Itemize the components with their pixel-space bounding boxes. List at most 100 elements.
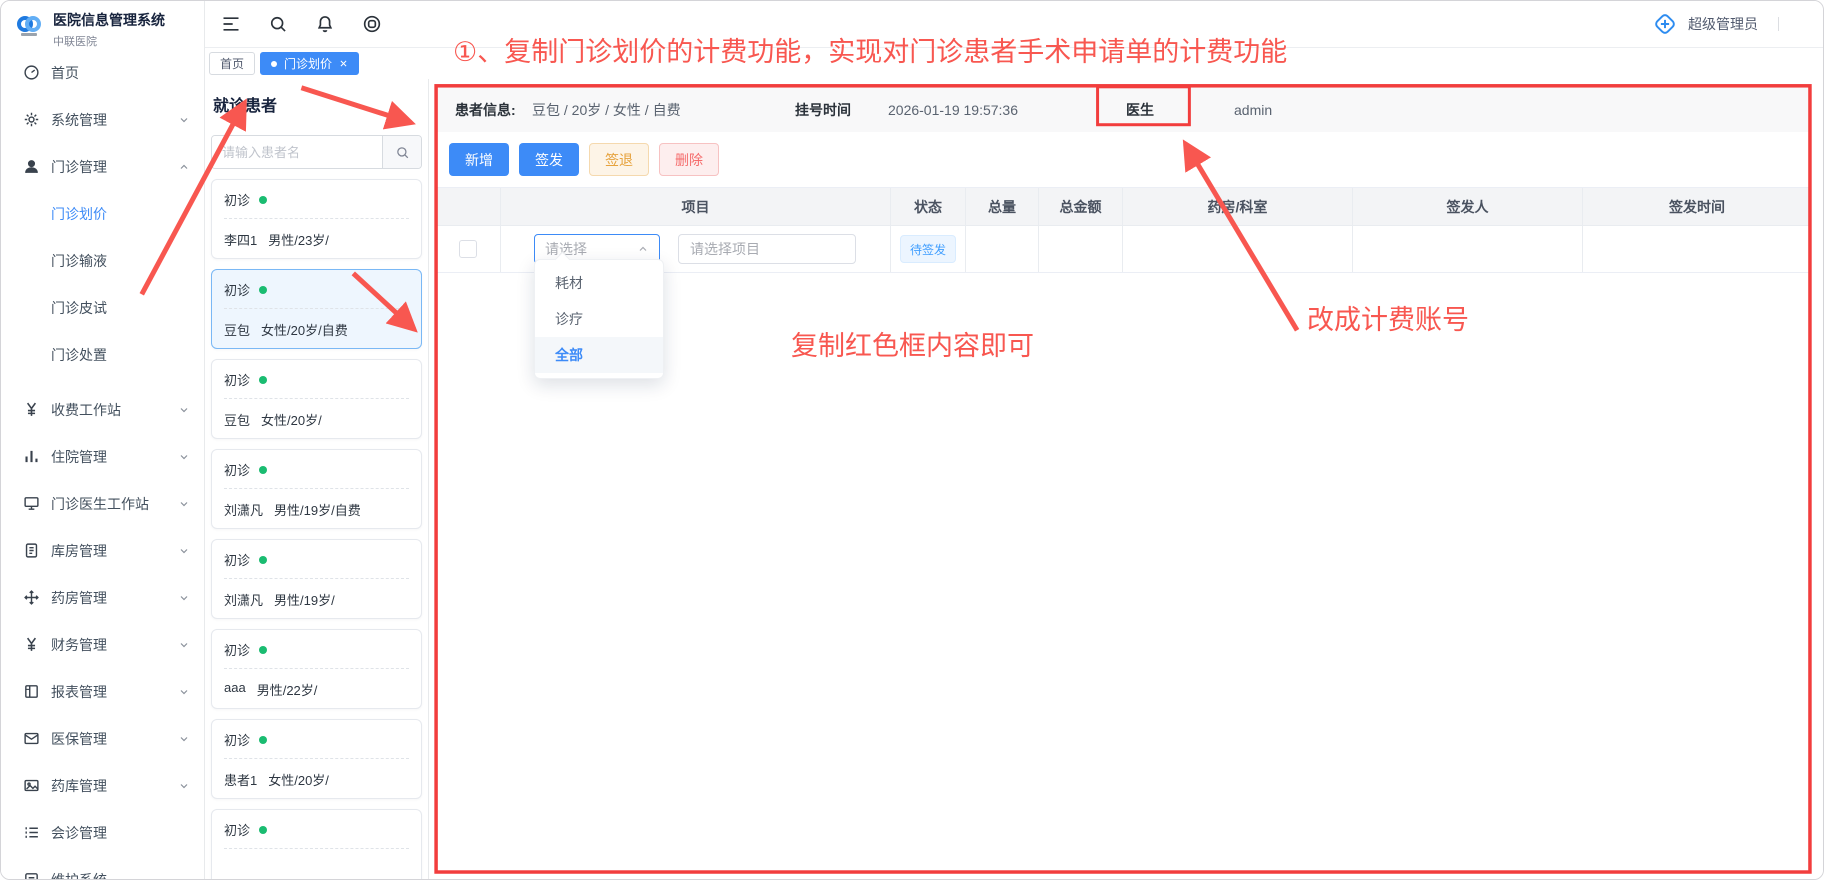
sidebar-item-insurance-mgmt[interactable]: 医保管理	[1, 715, 204, 762]
topbar: 超级管理员	[205, 1, 1823, 48]
envelope-icon	[23, 730, 40, 747]
app-title: 医院信息管理系统	[53, 12, 165, 30]
outpatient-submenu: 门诊划价 门诊输液 门诊皮试 门诊处置	[1, 190, 204, 378]
sidebar-nav: 首页 系统管理 门诊管理 门诊划价 门诊输液 门诊皮试 门诊处置 收费工作站	[1, 49, 204, 880]
patient-info-label: 患者信息:	[455, 100, 516, 120]
sidebar-item-warehouse-mgmt[interactable]: 库房管理	[1, 527, 204, 574]
chevron-down-icon	[178, 114, 190, 126]
column-item: 项目	[501, 188, 891, 225]
patient-search	[211, 135, 422, 169]
dropdown-option-treatment[interactable]: 诊疗	[535, 301, 663, 337]
row-checkbox[interactable]	[459, 240, 477, 258]
sidebar-item-outpatient-doctor-station[interactable]: 门诊医生工作站	[1, 480, 204, 527]
patient-card[interactable]: 初诊 豆包女性/20岁/	[211, 359, 422, 439]
patient-card[interactable]: 初诊 患者1女性/20岁/	[211, 719, 422, 799]
patient-card[interactable]: 初诊 aaa男性/22岁/	[211, 629, 422, 709]
patient-info: 男性/19岁/自费	[274, 500, 361, 519]
cell-issuer	[1353, 226, 1583, 272]
search-icon[interactable]	[268, 14, 288, 34]
sidebar-item-outpatient-skin-test[interactable]: 门诊皮试	[1, 284, 204, 331]
status-badge: 待签发	[900, 235, 956, 263]
logo-infinity-icon	[15, 12, 43, 40]
sidebar-item-home[interactable]: 首页	[1, 49, 204, 96]
patient-name: 李四1	[224, 230, 257, 249]
patient-search-input[interactable]	[212, 136, 382, 168]
theme-settings-icon[interactable]	[362, 14, 382, 34]
dropdown-option-consumables[interactable]: 耗材	[535, 265, 663, 301]
cell-issue-time	[1583, 226, 1811, 272]
sidebar: 医院信息管理系统 中联医院 首页 系统管理 门诊管理 门诊划价 门诊输液	[1, 1, 205, 879]
patient-name: 豆包	[224, 320, 250, 339]
bell-icon[interactable]	[315, 14, 335, 34]
collapse-sidebar-icon[interactable]	[221, 14, 241, 34]
sidebar-item-outpatient-infusion[interactable]: 门诊输液	[1, 237, 204, 284]
issue-button[interactable]: 签发	[519, 143, 579, 176]
yen-icon	[23, 636, 40, 653]
sidebar-item-charging-station[interactable]: 收费工作站	[1, 386, 204, 433]
sidebar-item-system-mgmt[interactable]: 系统管理	[1, 96, 204, 143]
app-logo: 医院信息管理系统 中联医院	[1, 1, 204, 49]
doctor-value: admin	[1234, 102, 1272, 118]
dropdown-option-all[interactable]: 全部	[535, 337, 663, 373]
patient-name: 刘潇凡	[224, 500, 263, 519]
column-total: 总量	[966, 188, 1039, 225]
sidebar-item-outpatient-mgmt[interactable]: 门诊管理	[1, 143, 204, 190]
status-dot-icon	[259, 286, 267, 294]
status-dot-icon	[259, 376, 267, 384]
patient-card[interactable]: 初诊 李四1男性/23岁/	[211, 179, 422, 259]
user-role-label[interactable]: 超级管理员	[1688, 14, 1758, 34]
active-dot-icon	[271, 61, 277, 67]
chevron-down-icon	[178, 498, 190, 510]
patient-search-button[interactable]	[382, 136, 421, 168]
status-dot-icon	[259, 556, 267, 564]
patient-panel-title: 就诊患者	[213, 92, 422, 116]
close-tab-icon[interactable]	[339, 59, 348, 68]
revoke-button[interactable]: 签退	[589, 143, 649, 176]
divider	[1778, 17, 1779, 31]
column-status: 状态	[891, 188, 966, 225]
patient-name: 刘潇凡	[224, 590, 263, 609]
column-issue-time: 签发时间	[1583, 188, 1811, 225]
tab-outpatient-pricing[interactable]: 门诊划价	[260, 52, 359, 75]
patient-card[interactable]: 初诊 刘潇凡男性/19岁/	[211, 539, 422, 619]
patient-info: 女性/20岁/自费	[261, 320, 348, 339]
patient-card[interactable]: 初诊 刘潇凡男性/19岁/自费	[211, 449, 422, 529]
status-dot-icon	[259, 646, 267, 654]
sidebar-item-finance-mgmt[interactable]: 财务管理	[1, 621, 204, 668]
status-dot-icon	[259, 736, 267, 744]
add-button[interactable]: 新增	[449, 143, 509, 176]
sidebar-item-report-mgmt[interactable]: 报表管理	[1, 668, 204, 715]
patient-card[interactable]: 初诊	[211, 809, 422, 879]
sidebar-item-outpatient-pricing[interactable]: 门诊划价	[1, 190, 204, 237]
chevron-down-icon	[178, 780, 190, 792]
status-dot-icon	[259, 466, 267, 474]
select-all-column	[435, 188, 501, 225]
sidebar-item-maintenance[interactable]: 维护系统	[1, 856, 204, 880]
cell-amount	[1039, 226, 1123, 272]
sidebar-item-outpatient-disposal[interactable]: 门诊处置	[1, 331, 204, 378]
sidebar-item-drugstore-mgmt[interactable]: 药库管理	[1, 762, 204, 809]
patient-card-list: 初诊 李四1男性/23岁/ 初诊 豆包女性/20岁/自费 初诊 豆包女性/20岁…	[211, 179, 422, 879]
patient-info-bar: 患者信息: 豆包 / 20岁 / 女性 / 自费 挂号时间 2026-01-19…	[435, 87, 1811, 132]
chevron-down-icon	[178, 592, 190, 604]
patient-name: 豆包	[224, 410, 250, 429]
item-search-input[interactable]	[678, 234, 856, 264]
sidebar-item-inpatient-mgmt[interactable]: 住院管理	[1, 433, 204, 480]
status-dot-icon	[259, 826, 267, 834]
registration-time-label: 挂号时间	[795, 100, 851, 120]
cell-dept	[1123, 226, 1353, 272]
delete-button[interactable]: 删除	[659, 143, 719, 176]
tab-home[interactable]: 首页	[209, 52, 255, 75]
chevron-down-icon	[178, 639, 190, 651]
sidebar-item-pharmacy-mgmt[interactable]: 药房管理	[1, 574, 204, 621]
yen-icon	[23, 401, 40, 418]
document-icon	[23, 542, 40, 559]
picture-icon	[23, 777, 40, 794]
medical-cross-icon	[1652, 11, 1678, 37]
list-icon	[23, 824, 40, 841]
patient-panel: 就诊患者 初诊 李四1男性/23岁/ 初诊 豆包女性/20岁/自费 初诊 豆包女…	[205, 79, 429, 879]
main-content: 患者信息: 豆包 / 20岁 / 女性 / 自费 挂号时间 2026-01-19…	[429, 79, 1823, 879]
sidebar-item-consultation-mgmt[interactable]: 会诊管理	[1, 809, 204, 856]
gear-icon	[23, 111, 40, 128]
patient-card-selected[interactable]: 初诊 豆包女性/20岁/自费	[211, 269, 422, 349]
